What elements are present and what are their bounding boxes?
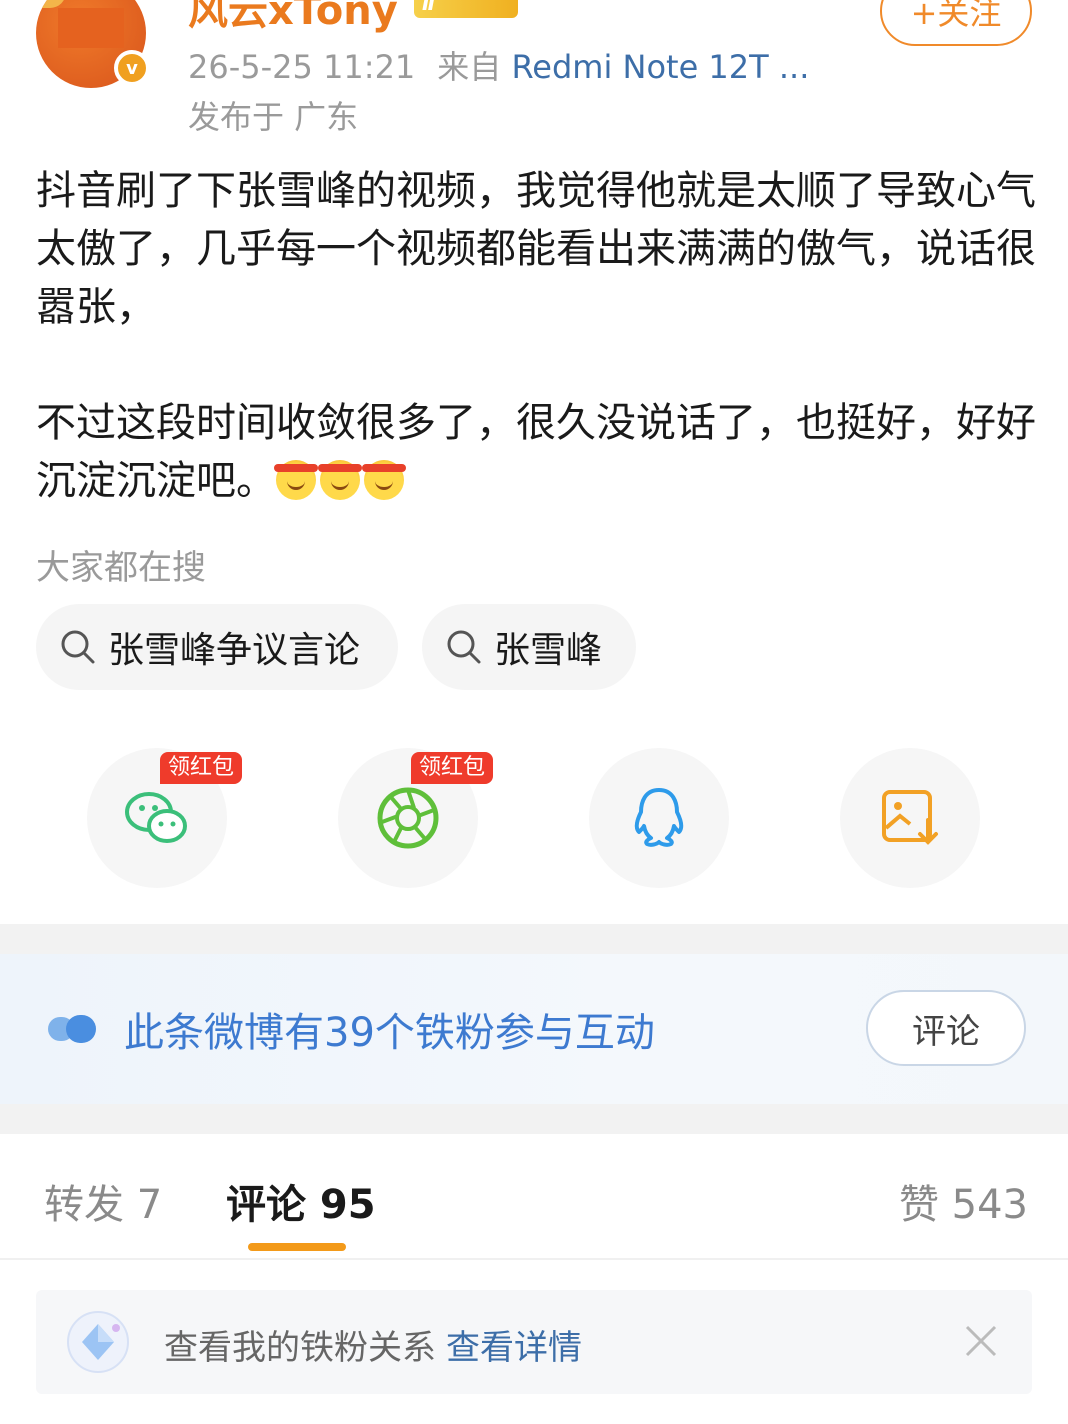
fans-icon (48, 1015, 96, 1043)
fan-relation-banner[interactable]: 查看我的铁粉关系 查看详情 (36, 1290, 1032, 1394)
red-packet-tag: 领红包 (160, 752, 243, 784)
avatar-image (58, 8, 124, 48)
close-icon[interactable] (964, 1324, 998, 1358)
post-paragraph-2-wrap: 不过这段时间收敛很多了，很久没说话了，也挺好，好好沉淀沉淀吧。 (36, 394, 1036, 510)
red-packet-tag: 领红包 (411, 752, 494, 784)
follow-button[interactable]: +关注 (880, 0, 1032, 46)
share-qq-button[interactable] (589, 748, 729, 888)
fighting-emoji-icon (318, 460, 362, 500)
post-paragraph-1: 抖音刷了下张雪峰的视频，我觉得他就是太顺了导致心气太傲了，几乎每一个视频都能看出… (36, 168, 1036, 330)
fighting-emoji-icon (362, 460, 406, 500)
fighting-emoji-icon (274, 460, 318, 500)
moments-icon (377, 787, 439, 849)
fans-interaction-text: 此条微博有39个铁粉参与互动 (124, 1010, 655, 1056)
tab-repost[interactable]: 转发 7 (44, 1172, 162, 1230)
search-icon (447, 630, 481, 664)
post-paragraph-2: 不过这段时间收敛很多了，很久没说话了，也挺好，好好沉淀沉淀吧。 (36, 400, 1036, 504)
active-tab-indicator (248, 1243, 346, 1251)
search-chip-label: 张雪峰争议言论 (108, 630, 361, 671)
fan-relation-text: 查看我的铁粉关系 (164, 1328, 436, 1368)
verified-badge-icon: v (114, 50, 150, 86)
timestamp: 26-5-25 11:21 (188, 48, 416, 86)
post-meta: 26-5-25 11:21 来自 Redmi Note 12T ... (188, 42, 809, 88)
tab-likes[interactable]: 赞 543 (899, 1172, 1028, 1230)
source-prefix: 来自 (437, 48, 502, 86)
section-divider (0, 924, 1068, 954)
search-icon (61, 630, 95, 664)
wechat-icon (125, 792, 187, 843)
post-content: 抖音刷了下张雪峰的视频，我觉得他就是太顺了导致心气太傲了，几乎每一个视频都能看出… (36, 162, 1036, 510)
save-image-icon (882, 790, 938, 845)
search-chip[interactable]: 张雪峰 (422, 604, 636, 690)
avatar-mascot (36, 0, 66, 8)
device-link[interactable]: Redmi Note 12T ... (511, 48, 809, 86)
search-chip[interactable]: 张雪峰争议言论 (36, 604, 398, 690)
fans-interaction-banner: 此条微博有39个铁粉参与互动 评论 (0, 954, 1068, 1104)
tab-comments[interactable]: 评论 95 (226, 1172, 376, 1230)
trending-search-title: 大家都在搜 (36, 548, 206, 588)
qq-icon (634, 788, 684, 847)
save-image-button[interactable] (840, 748, 980, 888)
username[interactable]: 风云xTony (188, 0, 398, 36)
tabs-divider (0, 1258, 1068, 1260)
search-chip-label: 张雪峰 (494, 630, 603, 671)
fan-relation-text-wrap: 查看我的铁粉关系 查看详情 (164, 1320, 582, 1369)
post-location: 发布于 广东 (188, 98, 359, 136)
fans-comment-button[interactable]: 评论 (866, 990, 1026, 1066)
level-badge[interactable]: Ⅱ (414, 0, 518, 18)
section-divider (0, 1104, 1068, 1134)
diamond-badge-icon (67, 1311, 129, 1373)
view-details-link[interactable]: 查看详情 (446, 1328, 582, 1368)
